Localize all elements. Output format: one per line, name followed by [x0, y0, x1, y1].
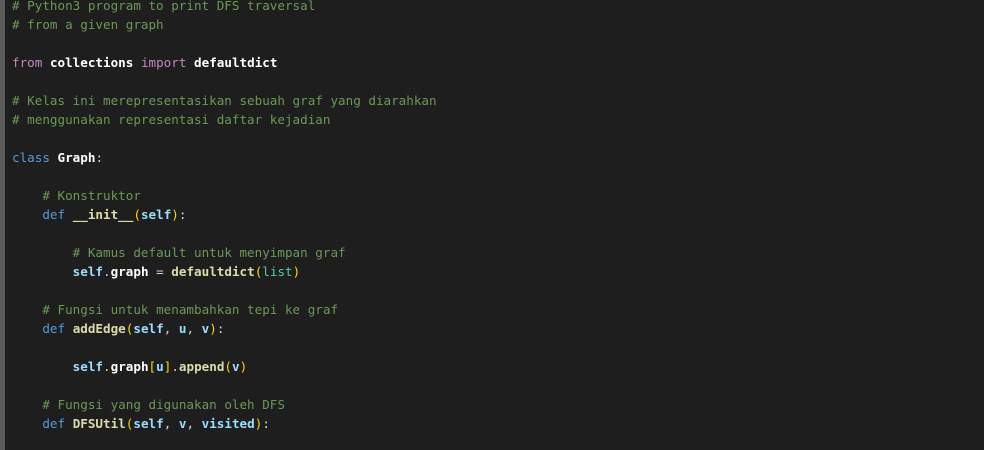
code-token-paren1: ( [133, 207, 141, 222]
code-token-kw: class [12, 150, 50, 165]
code-token-kw-import: from [12, 55, 43, 70]
code-token-plain: : [262, 416, 270, 431]
code-token-plain: : [178, 207, 187, 222]
code-token-paren1: ) [292, 264, 301, 279]
code-line[interactable]: # Fungsi untuk menambahkan tepi ke graf [12, 300, 437, 319]
code-token-bold: graph [110, 359, 149, 374]
code-token-comment: # Kamus default untuk menyimpan graf [72, 245, 346, 260]
code-token-paren1: [ [148, 359, 157, 374]
code-token-comment: # Kelas ini merepresentasikan sebuah gra… [12, 93, 437, 108]
code-token-fn: DFSUtil [72, 416, 126, 431]
code-token-fn: addEdge [72, 321, 126, 336]
code-token-kw: def [42, 207, 66, 222]
code-editor[interactable]: # Python3 program to print DFS traversal… [0, 0, 984, 450]
code-token-comment: # from a given graph [12, 17, 164, 32]
code-line[interactable]: # Kamus default untuk menyimpan graf [12, 243, 437, 262]
code-token-comment: # Fungsi yang digunakan oleh DFS [42, 397, 285, 412]
code-line[interactable]: def __init__(self): [12, 205, 437, 224]
code-line[interactable]: # Konstruktor [12, 186, 437, 205]
code-line[interactable]: self.graph[u].append(v) [12, 357, 437, 376]
code-line[interactable] [12, 167, 437, 186]
code-token-comment: # menggunakan representasi daftar kejadi… [12, 112, 331, 127]
code-line[interactable] [12, 281, 437, 300]
code-line[interactable]: def addEdge(self, u, v): [12, 319, 437, 338]
code-token-plain: , [163, 416, 179, 431]
code-line[interactable] [12, 338, 437, 357]
editor-gutter-bar [0, 0, 5, 450]
code-line[interactable]: def DFSUtil(self, v, visited): [12, 414, 437, 433]
code-token-param: self [133, 321, 164, 336]
code-token-paren1: ( [224, 359, 232, 374]
code-line[interactable]: class Graph: [12, 148, 437, 167]
code-token-kw: def [42, 416, 66, 431]
code-token-paren1: ) [239, 359, 248, 374]
code-token-fn: append [178, 359, 225, 374]
code-token-bold: collections [49, 55, 134, 70]
code-token-plain: , [186, 416, 202, 431]
code-token-fn: __init__ [72, 207, 134, 222]
code-token-bold: Graph [57, 150, 96, 165]
code-token-comment: # Fungsi untuk menambahkan tepi ke graf [42, 302, 339, 317]
code-token-kw: def [42, 321, 66, 336]
code-line[interactable] [12, 34, 437, 53]
code-token-plain: : [216, 321, 225, 336]
code-line[interactable]: self.graph = defaultdict(list) [12, 262, 437, 281]
code-token-plain: , [186, 321, 202, 336]
code-token-param: self [72, 264, 104, 279]
code-line[interactable] [12, 72, 437, 91]
code-token-comment: # Python3 program to print DFS traversal [12, 0, 316, 13]
code-token-comment: # Konstruktor [42, 188, 141, 203]
code-token-param: visited [201, 416, 255, 431]
code-token-plain: . [171, 359, 179, 374]
code-token-kw-import: import [140, 55, 187, 70]
code-token-param: self [140, 207, 172, 222]
code-line[interactable] [12, 376, 437, 395]
code-token-plain: . [103, 359, 111, 374]
code-token-plain: , [163, 321, 179, 336]
code-token-plain: . [103, 264, 111, 279]
code-area[interactable]: # Python3 program to print DFS traversal… [12, 0, 437, 433]
code-token-builtin: list [262, 264, 293, 279]
code-line[interactable]: # menggunakan representasi daftar kejadi… [12, 110, 437, 129]
code-token-plain: = [148, 264, 172, 279]
code-line[interactable] [12, 129, 437, 148]
code-token-param: self [72, 359, 104, 374]
code-line[interactable]: # Python3 program to print DFS traversal [12, 0, 437, 15]
code-token-paren1: ) [171, 207, 179, 222]
code-token-fn: defaultdict [171, 264, 255, 279]
code-line[interactable] [12, 224, 437, 243]
code-token-param: u [156, 359, 164, 374]
code-line[interactable]: # from a given graph [12, 15, 437, 34]
code-token-bold: graph [110, 264, 149, 279]
code-token-bold: defaultdict [194, 55, 278, 70]
code-token-plain: : [95, 150, 104, 165]
code-token-param: self [133, 416, 164, 431]
code-token-param: v [232, 359, 240, 374]
code-line[interactable]: from collections import defaultdict [12, 53, 437, 72]
code-line[interactable]: # Kelas ini merepresentasikan sebuah gra… [12, 91, 437, 110]
code-token-paren1: ) [209, 321, 217, 336]
code-line[interactable]: # Fungsi yang digunakan oleh DFS [12, 395, 437, 414]
